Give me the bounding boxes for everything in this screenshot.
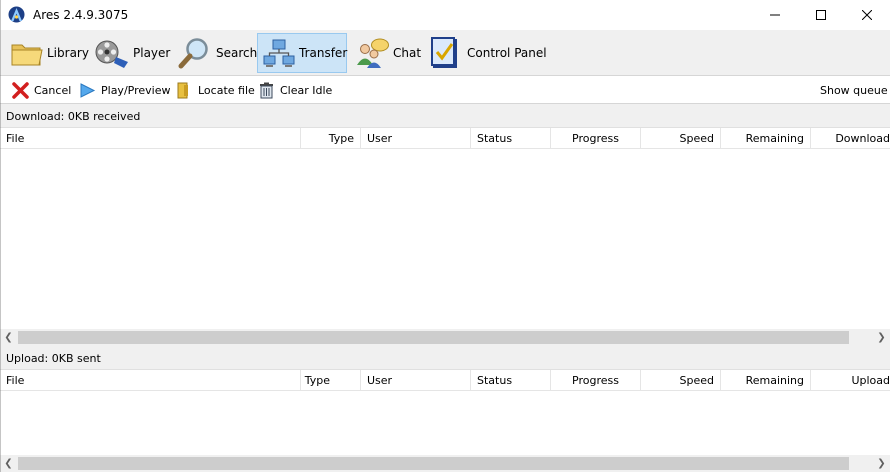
download-horizontal-scrollbar[interactable]: ❮ ❯ [0, 329, 890, 346]
tab-control-panel[interactable]: Control Panel [426, 33, 553, 73]
upload-horizontal-scrollbar[interactable]: ❮ ❯ [0, 455, 890, 472]
chat-users-icon [357, 38, 389, 68]
scroll-left-icon[interactable]: ❮ [0, 329, 17, 346]
network-icon [263, 39, 295, 67]
download-header-row: File Type User Status Progress Speed Rem… [0, 128, 890, 149]
upload-list[interactable] [0, 391, 890, 455]
tab-chat[interactable]: Chat [350, 33, 427, 73]
upload-section-label: Upload: 0KB sent [0, 346, 890, 370]
minimize-button[interactable] [752, 0, 798, 30]
upload-col-progress[interactable]: Progress [551, 370, 641, 390]
maximize-button[interactable] [798, 0, 844, 30]
upload-col-file[interactable]: File [0, 370, 301, 390]
magnifier-icon [178, 38, 208, 69]
trash-bin-icon [260, 82, 273, 98]
checklist-icon [431, 37, 457, 68]
scroll-left-icon[interactable]: ❮ [0, 455, 17, 472]
upload-col-type[interactable]: Type [301, 370, 361, 390]
tab-transfer-label: Transfer [299, 46, 348, 60]
tab-search-label: Search [216, 46, 258, 60]
ares-logo-icon [8, 6, 25, 23]
download-col-remaining[interactable]: Remaining [721, 128, 811, 148]
clear-idle-button[interactable]: Clear Idle [258, 80, 332, 100]
upload-col-user[interactable]: User [361, 370, 471, 390]
title-bar: Ares 2.4.9.3075 [0, 0, 890, 30]
upload-scroll-thumb[interactable] [18, 457, 849, 470]
transfer-toolbar: Cancel Play/Preview Locate file Clear Id… [0, 76, 890, 104]
tab-chat-label: Chat [393, 46, 422, 60]
download-list[interactable] [0, 149, 890, 329]
download-section-label: Download: 0KB received [0, 104, 890, 128]
tab-library-label: Library [47, 46, 89, 60]
download-col-type[interactable]: Type [301, 128, 361, 148]
folder-icon [11, 44, 43, 66]
tab-search[interactable]: Search [173, 33, 263, 73]
cancel-label: Cancel [34, 83, 72, 97]
play-preview-label: Play/Preview [101, 83, 171, 97]
upload-col-status[interactable]: Status [471, 370, 551, 390]
clear-idle-label: Clear Idle [280, 83, 333, 97]
download-scroll-thumb[interactable] [18, 331, 849, 344]
cancel-button[interactable]: Cancel [12, 80, 71, 100]
tab-control-panel-label: Control Panel [467, 46, 547, 60]
download-col-progress[interactable]: Progress [551, 128, 641, 148]
scroll-right-icon[interactable]: ❯ [873, 455, 890, 472]
close-button[interactable] [844, 0, 890, 30]
window-border [0, 0, 1, 472]
download-col-speed[interactable]: Speed [641, 128, 721, 148]
close-icon [862, 10, 872, 20]
upload-header-row: File Type User Status Progress Speed Rem… [0, 370, 890, 391]
play-icon [80, 82, 96, 98]
film-reel-icon [95, 40, 128, 68]
locate-file-button[interactable]: Locate file [176, 80, 255, 100]
upload-col-remaining[interactable]: Remaining [721, 370, 811, 390]
download-col-file[interactable]: File [0, 128, 301, 148]
upload-col-speed[interactable]: Speed [641, 370, 721, 390]
play-preview-button[interactable]: Play/Preview [79, 80, 170, 100]
download-col-status[interactable]: Status [471, 128, 551, 148]
minimize-icon [770, 14, 780, 16]
scroll-right-icon[interactable]: ❯ [873, 329, 890, 346]
tab-player-label: Player [133, 46, 171, 60]
locate-file-label: Locate file [198, 83, 255, 97]
tab-transfer[interactable]: Transfer [257, 33, 347, 73]
window-title: Ares 2.4.9.3075 [33, 8, 129, 22]
maximize-icon [816, 10, 826, 20]
folder-locate-icon [177, 82, 188, 98]
download-col-user[interactable]: User [361, 128, 471, 148]
main-toolbar: Library Player Search Transfer Chat Cont… [0, 30, 890, 76]
red-x-icon [12, 81, 29, 99]
download-col-download[interactable]: Download [811, 128, 890, 148]
tab-library[interactable]: Library [6, 33, 95, 73]
tab-player[interactable]: Player [90, 33, 176, 73]
upload-col-upload[interactable]: Upload [811, 370, 890, 390]
show-queue-button[interactable]: Show queue [820, 84, 888, 97]
